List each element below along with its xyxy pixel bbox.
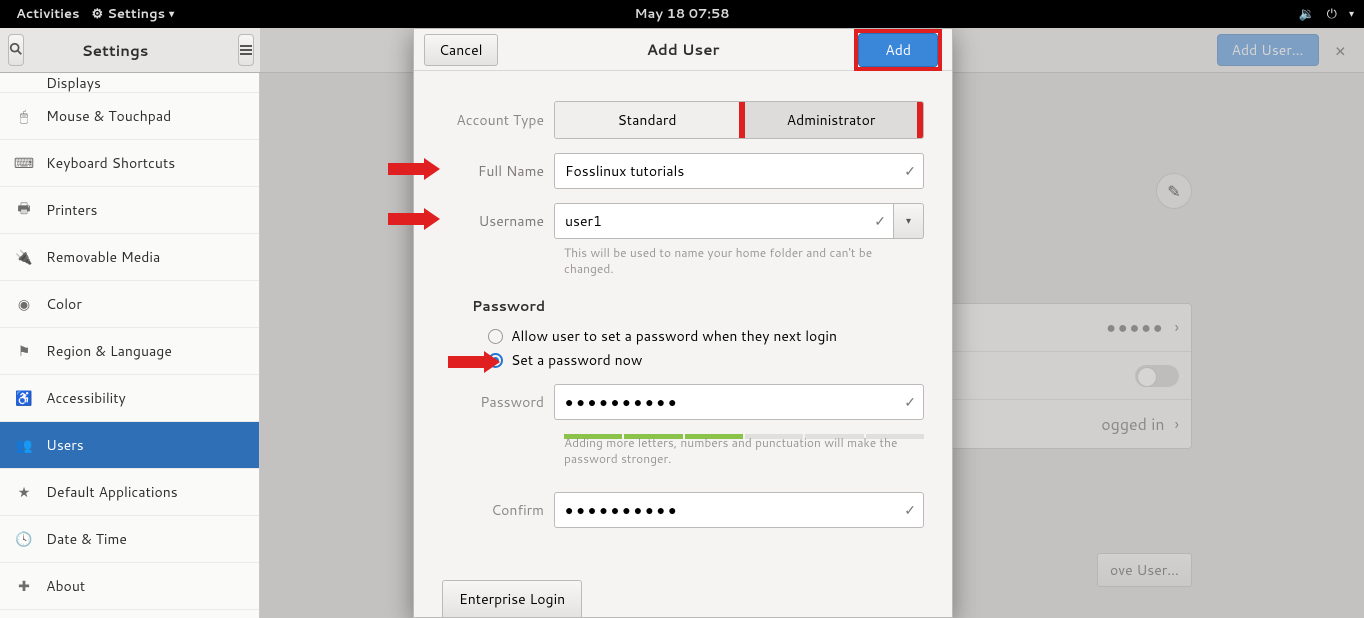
printer-icon: 🖶 <box>16 198 32 222</box>
settings-sidebar: Displays 🖱 Mouse & Touchpad ⌨ Keyboard Sho… <box>0 73 260 618</box>
password-label: Password <box>442 392 554 412</box>
plus-icon: ✚ <box>16 576 32 596</box>
sidebar-item-label: Users <box>46 435 84 455</box>
check-icon: ✓ <box>904 392 916 412</box>
chevron-down-icon: ▾ <box>169 7 174 21</box>
sidebar-item-label: Default Applications <box>46 482 178 502</box>
sidebar-item-label: Region & Language <box>46 341 172 361</box>
users-icon: 👥 <box>16 435 32 455</box>
username-label: Username <box>442 211 554 231</box>
sidebar-item-label: Displays <box>46 73 101 93</box>
confirm-label: Confirm <box>442 500 554 520</box>
sidebar-item-printers[interactable]: 🖶 Printers <box>0 187 259 234</box>
confirm-input[interactable] <box>554 492 924 528</box>
sidebar-item-date-time[interactable]: 🕓 Date & Time <box>0 516 259 563</box>
username-dropdown[interactable]: ▾ <box>894 203 924 239</box>
full-name-label: Full Name <box>442 161 554 181</box>
sidebar-item-label: Date & Time <box>46 529 127 549</box>
dialog-title: Add User <box>647 39 720 60</box>
app-menu[interactable]: ⚙ Settings ▾ <box>86 5 181 23</box>
sidebar-item-label: Color <box>46 294 82 314</box>
activities-button[interactable]: Activities <box>10 5 86 23</box>
mouse-icon: 🖱 <box>16 106 32 126</box>
check-icon: ✓ <box>874 211 886 231</box>
sidebar-item-label: Keyboard Shortcuts <box>46 153 175 173</box>
sidebar-item-users[interactable]: 👥 Users <box>0 422 259 469</box>
account-type-label: Account Type <box>442 110 554 130</box>
check-icon: ✓ <box>904 500 916 520</box>
sidebar-item-about[interactable]: ✚ About <box>0 563 259 610</box>
sidebar-item-label: Accessibility <box>46 388 126 408</box>
password-input[interactable] <box>554 384 924 420</box>
radio-icon <box>488 353 503 368</box>
radio-label: Set a password now <box>511 350 642 370</box>
sidebar-item-label: Removable Media <box>46 247 160 267</box>
system-menu-chevron-icon[interactable]: ▾ <box>1349 7 1354 21</box>
clock[interactable]: May 18 07:58 <box>634 5 729 23</box>
sidebar-item-mouse[interactable]: 🖱 Mouse & Touchpad <box>0 93 259 140</box>
sidebar-item-keyboard[interactable]: ⌨ Keyboard Shortcuts <box>0 140 259 187</box>
sidebar-item-removable[interactable]: 🔌 Removable Media <box>0 234 259 281</box>
account-type-toggle: Standard Administrator <box>554 101 924 139</box>
settings-title: Settings <box>0 40 230 61</box>
gear-icon: ⚙ <box>92 5 104 23</box>
sidebar-item-region[interactable]: ⚑ Region & Language <box>0 328 259 375</box>
sidebar-item-label: Mouse & Touchpad <box>46 106 171 126</box>
radio-set-now[interactable]: Set a password now <box>488 350 924 370</box>
radio-set-later[interactable]: Allow user to set a password when they n… <box>488 326 924 346</box>
power-icon[interactable]: ⏻ <box>1327 5 1337 23</box>
add-user-dialog: Cancel Add User Add Account Type Standar… <box>413 28 953 618</box>
add-button[interactable]: Add <box>858 33 938 67</box>
password-hint: Adding more letters, numbers and punctua… <box>564 435 924 466</box>
radio-icon <box>488 329 503 344</box>
keyboard-icon: ⌨ <box>16 153 32 173</box>
standard-option[interactable]: Standard <box>555 102 739 138</box>
color-icon: ◉ <box>16 294 32 314</box>
cancel-button[interactable]: Cancel <box>424 34 498 66</box>
username-input[interactable] <box>554 203 894 239</box>
sidebar-item-displays[interactable]: Displays <box>0 73 259 93</box>
enterprise-login-button[interactable]: Enterprise Login <box>442 580 582 617</box>
hamburger-icon <box>239 39 253 62</box>
radio-label: Allow user to set a password when they n… <box>511 326 837 346</box>
username-hint: This will be used to name your home fold… <box>564 245 924 276</box>
clock-icon: 🕓 <box>16 529 32 549</box>
usb-icon: 🔌 <box>16 247 32 267</box>
sidebar-item-label: About <box>46 576 85 596</box>
administrator-option[interactable]: Administrator <box>739 102 923 138</box>
app-menu-label: Settings <box>107 5 165 23</box>
gnome-topbar: Activities ⚙ Settings ▾ May 18 07:58 🔉 ⏻… <box>0 0 1364 28</box>
star-icon: ★ <box>16 482 32 502</box>
full-name-input[interactable] <box>554 153 924 189</box>
flag-icon: ⚑ <box>16 341 32 361</box>
sidebar-item-accessibility[interactable]: ♿ Accessibility <box>0 375 259 422</box>
sidebar-item-label: Printers <box>46 200 98 220</box>
check-icon: ✓ <box>904 161 916 181</box>
sidebar-item-color[interactable]: ◉ Color <box>0 281 259 328</box>
chevron-down-icon: ▾ <box>906 214 911 228</box>
password-section-header: Password <box>472 296 924 316</box>
accessibility-icon: ♿ <box>16 388 32 408</box>
hamburger-button[interactable] <box>238 34 254 66</box>
dialog-header: Cancel Add User Add <box>414 29 952 71</box>
volume-icon[interactable]: 🔉 <box>1298 5 1314 23</box>
sidebar-item-default-apps[interactable]: ★ Default Applications <box>0 469 259 516</box>
